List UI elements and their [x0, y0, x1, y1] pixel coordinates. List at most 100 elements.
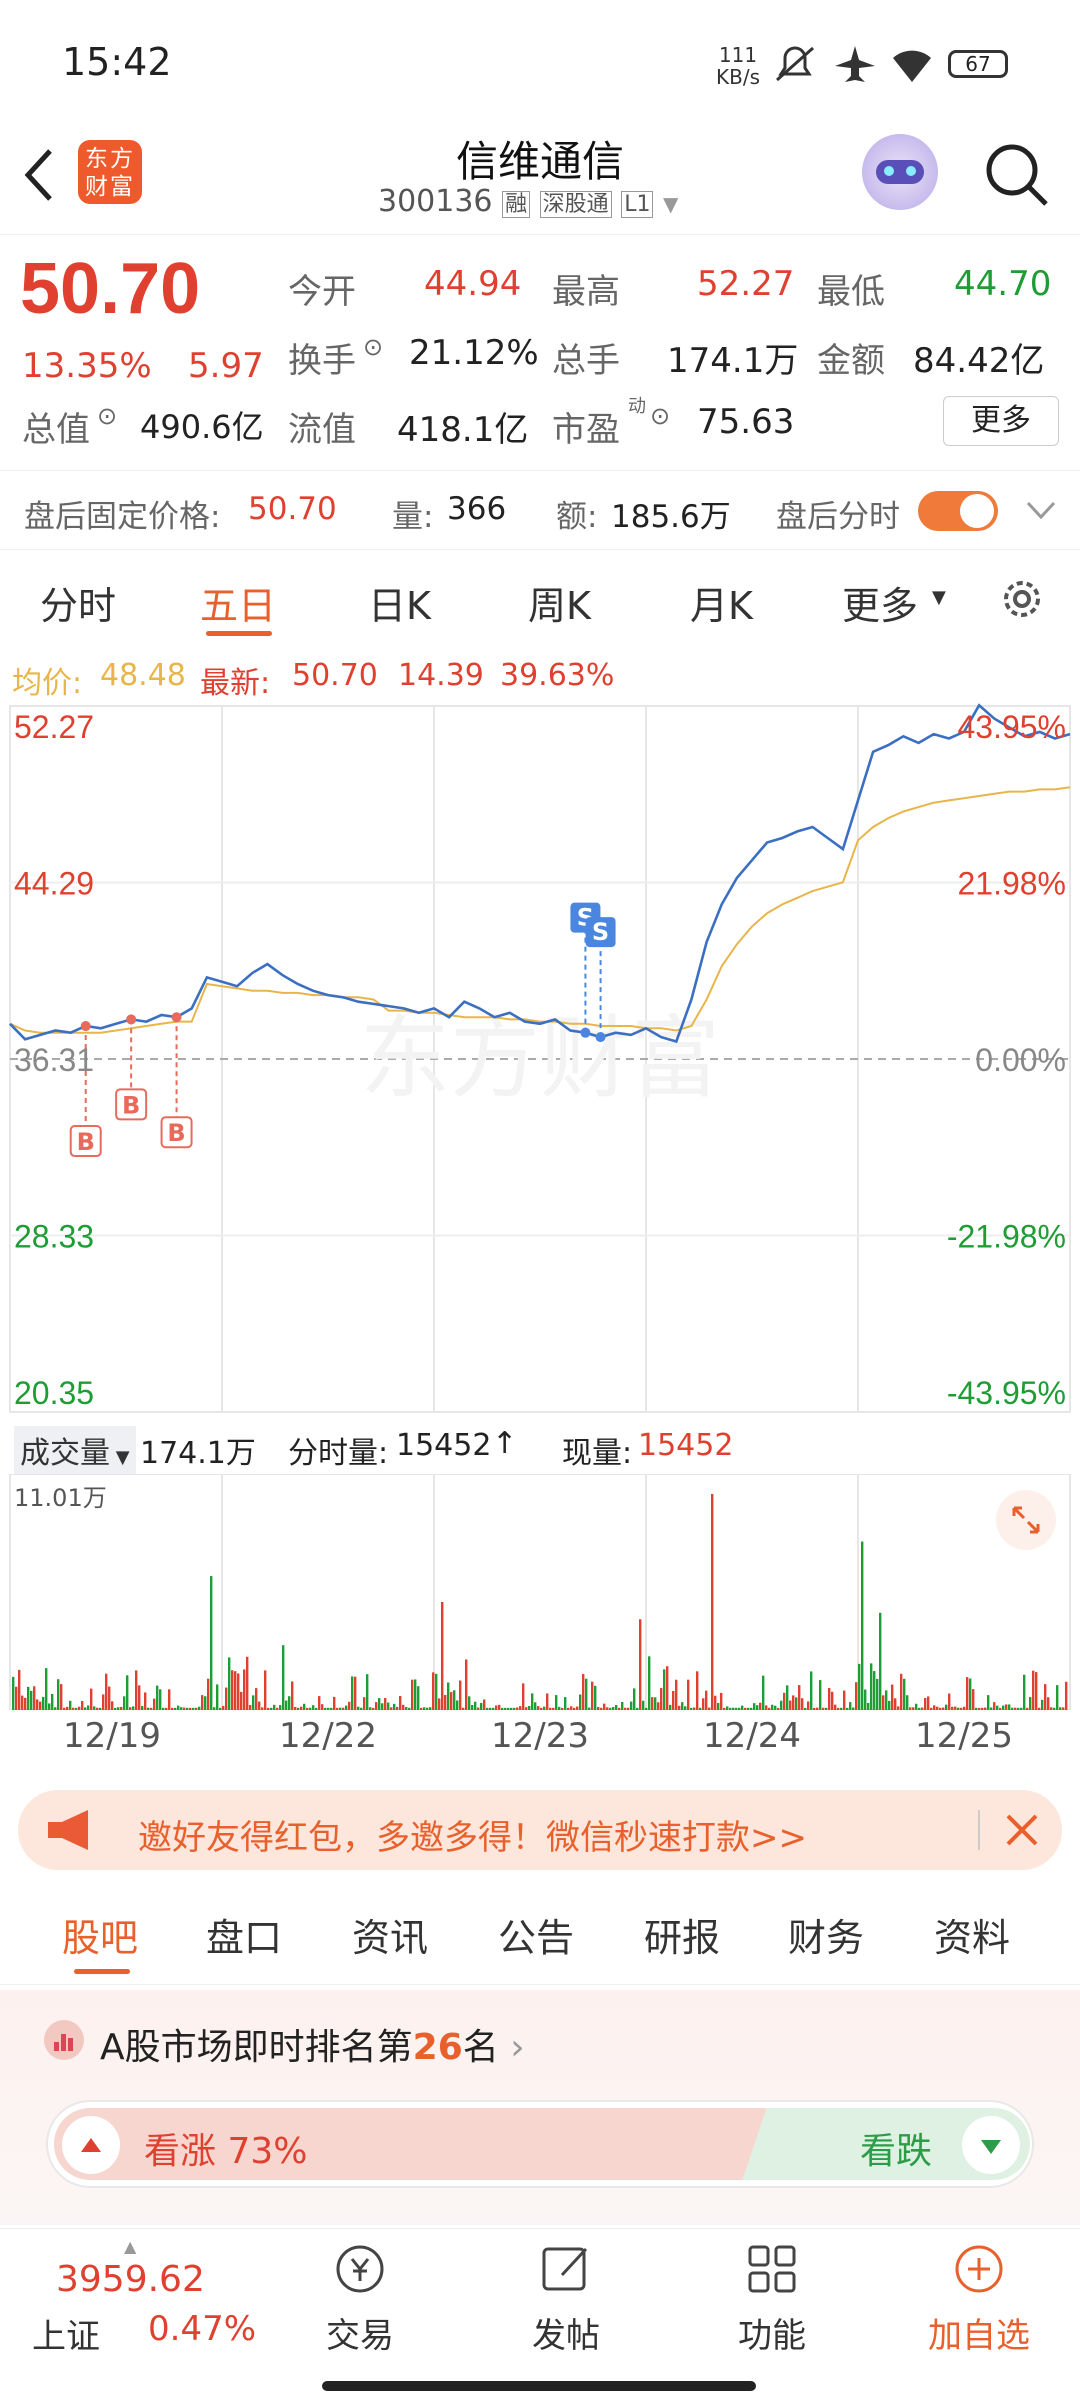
volume-bar — [1053, 1707, 1056, 1710]
info-icon[interactable]: ⊙ — [363, 333, 383, 361]
down-button[interactable] — [962, 2116, 1020, 2174]
volume-bar — [246, 1656, 249, 1710]
volume-bar — [981, 1707, 984, 1710]
volume-bar — [384, 1698, 387, 1710]
tab-day-k[interactable]: 日K — [368, 575, 431, 630]
volume-bar — [684, 1706, 687, 1710]
volume-bar — [345, 1705, 348, 1710]
search-icon[interactable] — [982, 140, 1052, 210]
volume-bar — [81, 1701, 84, 1710]
y-tick-right: 43.95% — [957, 709, 1066, 745]
volume-bar — [1056, 1685, 1059, 1710]
volume-bar — [738, 1707, 741, 1710]
volume-bar — [714, 1695, 717, 1710]
buy-marker-label: B — [77, 1128, 95, 1156]
nav-trade[interactable]: 交易 — [300, 2239, 420, 2357]
tab-week-k[interactable]: 周K — [528, 575, 591, 630]
price-chart[interactable]: 东方财富BBBSS52.27 43.95%44.29 21.98%36.31 0.00… — [0, 700, 1080, 1420]
high-label: 最高 — [552, 272, 620, 312]
tab-fenshi[interactable]: 分时 — [40, 575, 116, 630]
volume-bar — [855, 1682, 858, 1710]
volume-bar — [756, 1705, 759, 1710]
nav-add-watchlist[interactable]: 加自选 — [906, 2239, 1052, 2357]
tab-guba[interactable]: 股吧 — [62, 1907, 138, 1962]
info-icon[interactable]: ⊙ — [97, 402, 117, 430]
chevron-down-icon[interactable] — [1024, 497, 1058, 523]
volume-bar — [141, 1705, 144, 1710]
volume-bar — [504, 1707, 507, 1710]
volume-bar — [483, 1699, 486, 1710]
edit-icon — [542, 2247, 588, 2291]
stock-code-row[interactable]: 300136 融 深股通 L1 ▼ — [378, 184, 678, 219]
nav-functions[interactable]: 功能 — [712, 2239, 832, 2357]
tab-research[interactable]: 研报 — [644, 1907, 720, 1962]
volume-bar — [69, 1700, 72, 1710]
volume-bar — [474, 1701, 477, 1710]
volume-bar — [1032, 1670, 1035, 1710]
tab-announcement[interactable]: 公告 — [498, 1907, 574, 1962]
battery-icon: 67 — [948, 50, 1008, 78]
volume-bar — [93, 1706, 96, 1710]
volume-bar — [417, 1686, 420, 1710]
volume-bar — [909, 1707, 912, 1710]
tab-news[interactable]: 资讯 — [352, 1907, 428, 1962]
gear-icon[interactable] — [996, 573, 1048, 625]
volume-bar — [396, 1706, 399, 1710]
tab-pankou[interactable]: 盘口 — [206, 1907, 282, 1962]
tab-profile[interactable]: 资料 — [934, 1907, 1010, 1962]
volume-bar — [207, 1678, 210, 1710]
volume-bar — [726, 1706, 729, 1710]
robot-assistant-icon[interactable] — [862, 134, 938, 210]
y-tick-right: -43.95% — [947, 1375, 1066, 1411]
quote-panel: 50.70 13.35% 5.97 今开 44.94 最高 52.27 最低 4… — [0, 236, 1080, 468]
volume-bar — [453, 1690, 456, 1710]
volume-bar — [1038, 1707, 1041, 1710]
volume-bar — [264, 1670, 267, 1710]
nav-post[interactable]: 发帖 — [506, 2239, 626, 2357]
tab-finance[interactable]: 财务 — [788, 1907, 864, 1962]
volume-bar — [693, 1707, 696, 1710]
after-hours-toggle[interactable] — [918, 491, 998, 531]
rank-text[interactable]: A股市场即时排名第26名 › — [100, 2018, 525, 2070]
volume-bar — [363, 1697, 366, 1710]
volume-bar — [462, 1707, 465, 1710]
low-label: 最低 — [817, 272, 885, 312]
info-icon[interactable]: ⊙ — [650, 402, 670, 430]
tab-five-day[interactable]: 五日 — [200, 575, 276, 630]
volume-bar — [801, 1698, 804, 1710]
volume-bar — [267, 1707, 270, 1710]
volume-bar — [444, 1695, 447, 1710]
volume-bar — [228, 1657, 231, 1710]
volume-bar — [906, 1695, 909, 1710]
bearish-label: 看跌 — [860, 2131, 933, 2172]
tab-more[interactable]: 更多 — [842, 575, 918, 630]
volume-bar — [303, 1703, 306, 1710]
volume-bar — [291, 1681, 294, 1710]
volume-bar — [1023, 1674, 1026, 1710]
more-button[interactable]: 更多 — [943, 396, 1059, 446]
volume-chart[interactable] — [0, 1474, 1080, 1710]
close-icon[interactable] — [1000, 1808, 1044, 1852]
expand-icon[interactable] — [996, 1490, 1056, 1550]
megaphone-icon — [48, 1810, 88, 1850]
app-logo[interactable]: 东方财富 — [78, 140, 142, 204]
volume-bar — [513, 1707, 516, 1710]
volume-bar — [648, 1656, 651, 1710]
volume-bar — [903, 1678, 906, 1710]
back-icon[interactable] — [18, 145, 58, 205]
volume-bar — [1002, 1705, 1005, 1710]
promo-banner[interactable]: 邀好友得红包，多邀多得！微信秒速打款>> — [18, 1790, 1062, 1870]
volume-bar — [567, 1707, 570, 1710]
volume-bar — [213, 1707, 216, 1710]
volume-bar — [420, 1707, 423, 1710]
volume-bar — [432, 1672, 435, 1710]
volume-selector[interactable]: 成交量 ▼ — [14, 1426, 136, 1474]
volume-bar — [771, 1704, 774, 1710]
up-button[interactable] — [62, 2116, 120, 2174]
volume-bar — [663, 1669, 666, 1710]
index-ticker[interactable]: ▲ 3959.62 上证 0.47% — [32, 2237, 256, 2357]
volume-bar — [309, 1707, 312, 1710]
after-hours-vol: 366 — [447, 491, 507, 527]
tab-month-k[interactable]: 月K — [690, 575, 753, 630]
volume-bar — [642, 1700, 645, 1710]
